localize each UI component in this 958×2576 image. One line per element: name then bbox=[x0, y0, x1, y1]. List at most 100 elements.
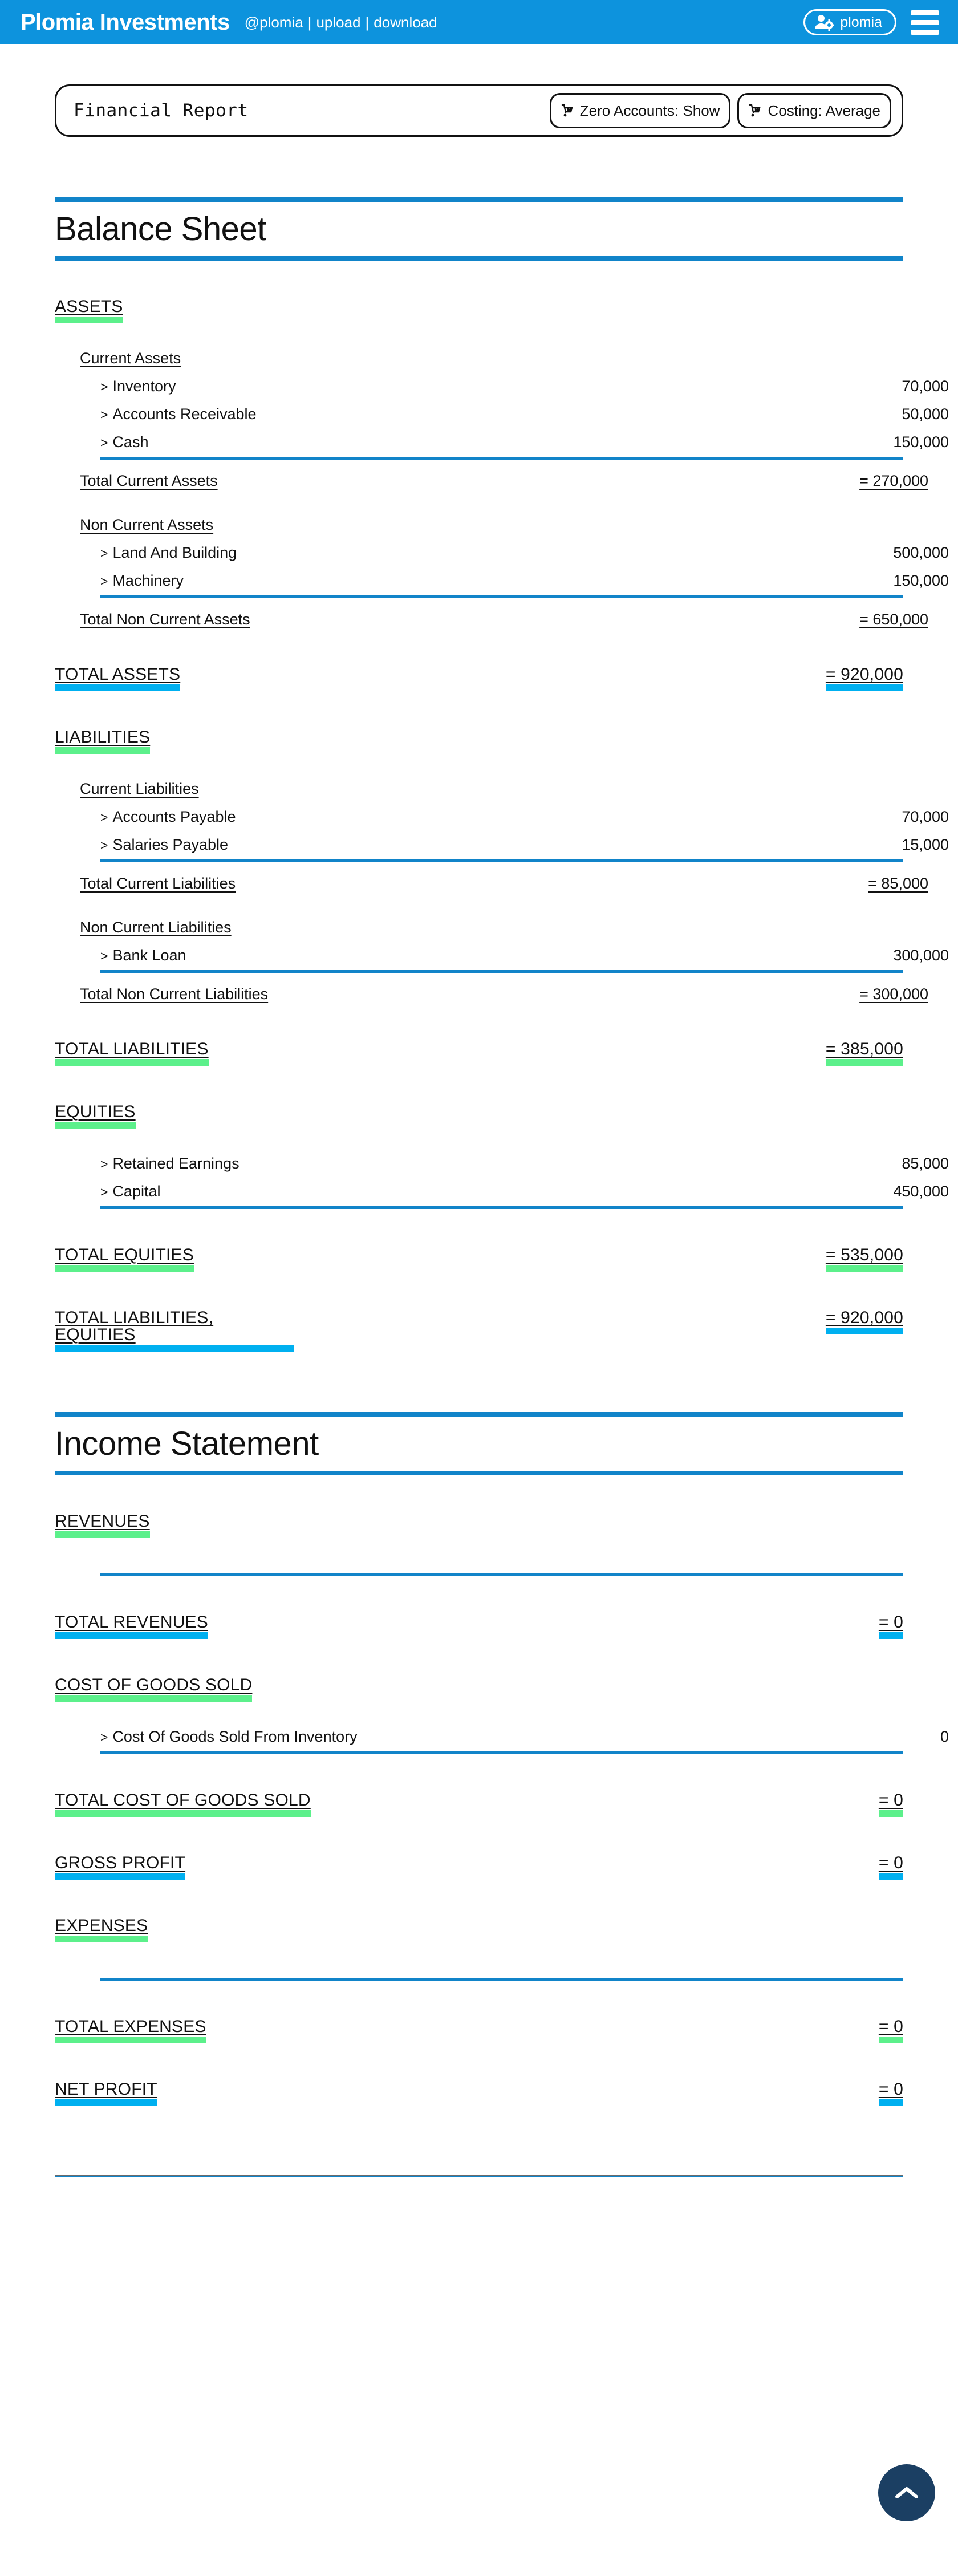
account-label: Salaries Payable bbox=[112, 835, 229, 853]
group-subtotal-rule bbox=[100, 859, 903, 862]
grand-total-row-gross-profit: GROSS PROFIT = 0 bbox=[55, 1854, 903, 1880]
page-footer-rule bbox=[55, 2174, 903, 2177]
group-heading-current-assets[interactable]: Current Assets bbox=[80, 350, 928, 367]
empty-section-rule bbox=[100, 1977, 903, 1981]
title-rule-bottom bbox=[55, 255, 903, 261]
account-label: Capital bbox=[112, 1182, 161, 1200]
account-row-accounts-receivable[interactable]: > Accounts Receivable 50,000 bbox=[100, 405, 949, 423]
section-heading-assets[interactable]: ASSETS bbox=[55, 298, 903, 323]
account-row-capital[interactable]: > Capital 450,000 bbox=[100, 1183, 949, 1200]
chevron-right-icon: > bbox=[100, 948, 108, 963]
costing-method-button[interactable]: Costing: Average bbox=[737, 93, 891, 128]
subtotal-row-total-non-current-assets: Total Non Current Assets = 650,000 bbox=[80, 611, 928, 628]
account-label: Retained Earnings bbox=[112, 1154, 240, 1172]
grand-total-value: = 920,000 bbox=[825, 666, 903, 691]
group-heading-label: Non Current Liabilities bbox=[80, 918, 232, 936]
upload-link[interactable]: upload bbox=[316, 14, 360, 31]
account-row-cash[interactable]: > Cash 150,000 bbox=[100, 433, 949, 451]
subtotal-row-total-current-liabilities: Total Current Liabilities = 85,000 bbox=[80, 875, 928, 893]
section-assets: ASSETS Current Assets > Inventory 70,000 … bbox=[55, 298, 949, 691]
account-row-accounts-payable[interactable]: > Accounts Payable 70,000 bbox=[100, 808, 949, 826]
title-rule-top bbox=[55, 1411, 903, 1417]
grand-total-value: = 0 bbox=[878, 1791, 903, 1817]
section-heading-equities[interactable]: EQUITIES bbox=[55, 1103, 903, 1129]
grand-total-row-total-revenues: TOTAL REVENUES = 0 bbox=[55, 1613, 903, 1639]
account-row-bank-loan[interactable]: > Bank Loan 300,000 bbox=[100, 947, 949, 964]
group-heading-label: Current Assets bbox=[80, 349, 181, 367]
nav-separator-1: | bbox=[307, 14, 312, 31]
account-value: 70,000 bbox=[902, 377, 949, 395]
grand-total-label: TOTAL EXPENSES bbox=[55, 2018, 206, 2043]
hamburger-menu-icon[interactable] bbox=[911, 10, 939, 35]
download-link[interactable]: download bbox=[374, 14, 437, 31]
section-heading-label: LIABILITIES bbox=[55, 728, 151, 754]
account-value: 85,000 bbox=[902, 1154, 949, 1172]
account-label: Machinery bbox=[112, 571, 184, 589]
group-subtotal-rule bbox=[100, 1206, 903, 1209]
account-value: 150,000 bbox=[893, 433, 949, 451]
grand-total-row-total-equities: TOTAL EQUITIES = 535,000 bbox=[55, 1246, 903, 1272]
grand-total-label: TOTAL REVENUES bbox=[55, 1613, 208, 1639]
costing-label: Costing: Average bbox=[768, 102, 880, 119]
subtotal-value: = 650,000 bbox=[859, 610, 928, 628]
section-heading-label: EQUITIES bbox=[55, 1103, 136, 1129]
section-heading-label: REVENUES bbox=[55, 1512, 150, 1538]
account-label: Bank Loan bbox=[112, 946, 186, 964]
scroll-to-top-button[interactable] bbox=[878, 2464, 935, 2521]
group-heading-non-current-assets[interactable]: Non Current Assets bbox=[80, 516, 928, 534]
hand-truck-icon bbox=[561, 103, 575, 118]
chevron-right-icon: > bbox=[100, 435, 108, 450]
title-rule-bottom bbox=[55, 1470, 903, 1475]
subtotal-value: = 270,000 bbox=[859, 472, 928, 489]
account-label: Cash bbox=[112, 433, 149, 451]
account-row-retained-earnings[interactable]: > Retained Earnings 85,000 bbox=[100, 1155, 949, 1173]
account-value: 500,000 bbox=[893, 543, 949, 561]
section-equities: EQUITIES > Retained Earnings 85,000 > Capi… bbox=[55, 1103, 949, 1272]
top-navigation-bar: Plomia Investments @plomia | upload | downlo… bbox=[0, 0, 958, 44]
account-row-land-and-building[interactable]: > Land And Building 500,000 bbox=[100, 544, 949, 562]
subtotal-value: = 300,000 bbox=[859, 985, 928, 1003]
empty-section-rule bbox=[100, 1573, 903, 1576]
subtotal-row-total-non-current-liabilities: Total Non Current Liabilities = 300,000 bbox=[80, 985, 928, 1003]
group-heading-current-liabilities[interactable]: Current Liabilities bbox=[80, 780, 928, 798]
chevron-right-icon: > bbox=[100, 1184, 108, 1199]
subtotal-label: Total Current Assets bbox=[80, 472, 218, 489]
group-heading-label: Non Current Assets bbox=[80, 516, 214, 533]
user-account-button[interactable]: plomia bbox=[803, 9, 896, 35]
chevron-right-icon: > bbox=[100, 545, 108, 561]
grand-total-label: TOTAL ASSETS bbox=[55, 666, 181, 691]
handle-link[interactable]: @plomia bbox=[245, 14, 303, 31]
report-toolbar: Financial Report Zero Accounts: Show Cos… bbox=[55, 84, 903, 137]
grand-total-value: = 535,000 bbox=[825, 1246, 903, 1272]
subtotal-label: Total Non Current Assets bbox=[80, 610, 250, 628]
account-row-cogs-from-inventory[interactable]: > Cost Of Goods Sold From Inventory 0 bbox=[100, 1728, 949, 1746]
chevron-right-icon: > bbox=[100, 379, 108, 394]
chevron-right-icon: > bbox=[100, 837, 108, 853]
section-liabilities: LIABILITIES Current Liabilities > Account… bbox=[55, 728, 949, 1066]
nav-separator-2: | bbox=[365, 14, 370, 31]
section-heading-cost-of-goods-sold[interactable]: COST OF GOODS SOLD bbox=[55, 1676, 903, 1702]
zero-accounts-toggle-button[interactable]: Zero Accounts: Show bbox=[549, 93, 731, 128]
group-subtotal-rule bbox=[100, 595, 903, 598]
grand-total-row-total-liabilities: TOTAL LIABILITIES = 385,000 bbox=[55, 1040, 903, 1066]
section-heading-expenses[interactable]: EXPENSES bbox=[55, 1917, 903, 1942]
report-name-label: Financial Report bbox=[74, 100, 249, 121]
grand-total-label: GROSS PROFIT bbox=[55, 1854, 186, 1880]
section-heading-revenues[interactable]: REVENUES bbox=[55, 1512, 903, 1538]
account-value: 70,000 bbox=[902, 808, 949, 825]
grand-total-row-net-profit: NET PROFIT = 0 bbox=[55, 2080, 903, 2106]
account-row-inventory[interactable]: > Inventory 70,000 bbox=[100, 378, 949, 395]
chevron-right-icon: > bbox=[100, 1156, 108, 1171]
income-statement-title: Income Statement bbox=[55, 1425, 319, 1462]
account-row-salaries-payable[interactable]: > Salaries Payable 15,000 bbox=[100, 836, 949, 854]
section-heading-liabilities[interactable]: LIABILITIES bbox=[55, 728, 903, 754]
group-subtotal-rule bbox=[100, 1751, 903, 1754]
group-heading-non-current-liabilities[interactable]: Non Current Liabilities bbox=[80, 919, 928, 936]
grand-total-label: TOTAL LIABILITIES bbox=[55, 1040, 209, 1066]
balance-sheet-report: Balance Sheet bbox=[55, 197, 903, 261]
account-label: Inventory bbox=[112, 377, 176, 395]
balance-sheet-title: Balance Sheet bbox=[55, 210, 266, 248]
grand-total-row-total-expenses: TOTAL EXPENSES = 0 bbox=[55, 2018, 903, 2043]
account-value: 150,000 bbox=[893, 571, 949, 589]
account-row-machinery[interactable]: > Machinery 150,000 bbox=[100, 572, 949, 590]
